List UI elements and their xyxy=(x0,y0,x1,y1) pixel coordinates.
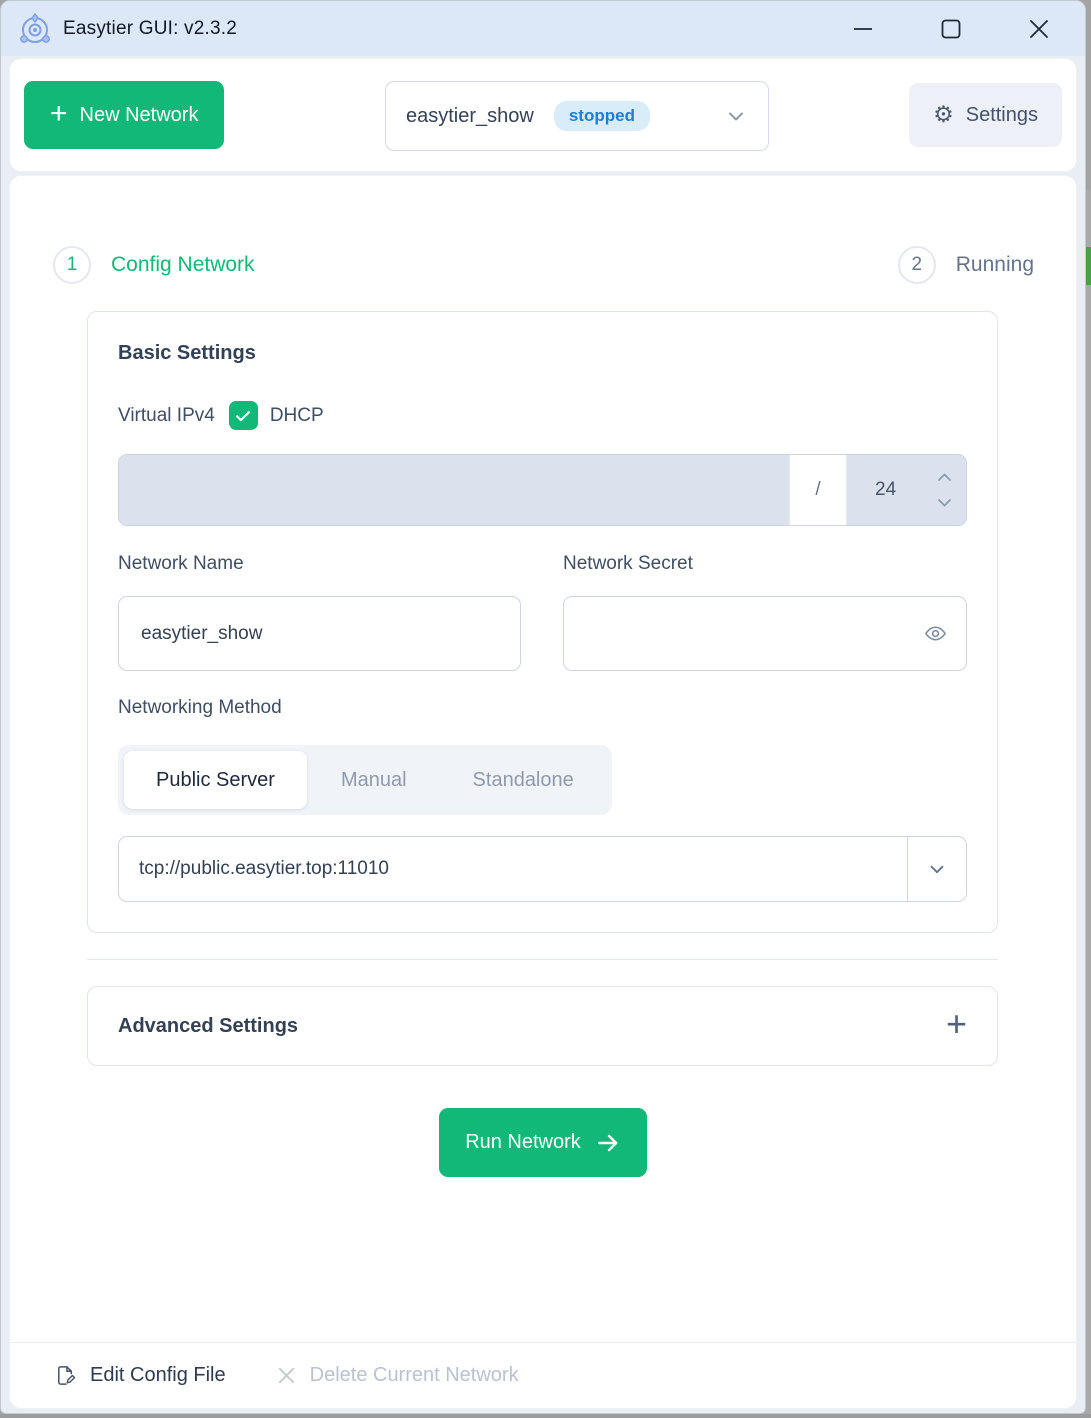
basic-settings-card: Basic Settings Virtual IPv4 DHCP / 24 xyxy=(87,311,998,933)
advanced-settings-card[interactable]: Advanced Settings + xyxy=(87,986,998,1066)
dhcp-checkbox[interactable] xyxy=(229,401,258,430)
virtual-ipv4-input[interactable] xyxy=(119,455,789,525)
tab-standalone[interactable]: Standalone xyxy=(441,751,606,809)
run-network-button[interactable]: Run Network xyxy=(439,1108,647,1177)
stepper-arrows xyxy=(937,472,952,508)
footer-bar: Edit Config File Delete Current Network xyxy=(10,1342,1076,1408)
background-window-accent xyxy=(1086,247,1091,285)
titlebar: Easytier GUI: v2.3.2 xyxy=(1,1,1085,56)
selected-network-name: easytier_show xyxy=(406,105,534,128)
dropdown-trigger[interactable] xyxy=(907,837,966,901)
delete-network-button[interactable]: Delete Current Network xyxy=(276,1364,519,1387)
window-title: Easytier GUI: v2.3.2 xyxy=(63,18,237,40)
chevron-up-icon[interactable] xyxy=(937,472,952,482)
main-panel: 1 Config Network 2 Running Basic Setting… xyxy=(9,175,1077,1409)
new-network-label: New Network xyxy=(80,104,199,127)
run-row: Run Network xyxy=(10,1108,1076,1177)
network-name-input[interactable] xyxy=(118,596,521,671)
step-indicator: 1 Config Network 2 Running xyxy=(10,176,1076,284)
chevron-down-icon[interactable] xyxy=(937,498,952,508)
step-number-circle: 2 xyxy=(898,246,936,284)
arrow-right-icon xyxy=(595,1130,621,1156)
network-select[interactable]: easytier_show stopped xyxy=(385,81,769,151)
app-window: Easytier GUI: v2.3.2 + New Network eas xyxy=(0,0,1086,1414)
toggle-secret-visibility-button[interactable] xyxy=(924,622,947,645)
tab-manual[interactable]: Manual xyxy=(309,751,439,809)
step-label: Config Network xyxy=(111,253,255,277)
toolbar: + New Network easytier_show stopped ⚙ Se… xyxy=(9,58,1077,172)
plus-icon: + xyxy=(50,99,68,129)
step-config-network[interactable]: 1 Config Network xyxy=(53,246,255,284)
networking-method-label: Networking Method xyxy=(118,697,967,719)
chevron-down-icon xyxy=(724,104,748,128)
background-window-edge xyxy=(1086,190,1091,1418)
chevron-down-icon xyxy=(926,858,948,880)
prefix-length-stepper[interactable]: 24 xyxy=(846,455,966,525)
network-secret-label: Network Secret xyxy=(563,553,967,575)
tab-public-server[interactable]: Public Server xyxy=(124,751,307,809)
section-divider xyxy=(87,959,998,960)
network-name-label: Network Name xyxy=(118,553,521,575)
window-controls xyxy=(805,7,1069,51)
fields-row xyxy=(118,596,967,671)
public-server-url: tcp://public.easytier.top:11010 xyxy=(119,837,907,901)
network-secret-input[interactable] xyxy=(563,596,967,671)
settings-button[interactable]: ⚙ Settings xyxy=(909,83,1062,147)
status-badge: stopped xyxy=(554,101,650,131)
dhcp-label: DHCP xyxy=(270,405,324,427)
run-network-label: Run Network xyxy=(465,1131,581,1154)
delete-network-label: Delete Current Network xyxy=(310,1364,519,1387)
edit-config-label: Edit Config File xyxy=(90,1364,226,1387)
close-icon xyxy=(1028,18,1050,40)
field-labels-row: Network Name Network Secret xyxy=(118,553,967,575)
virtual-ipv4-input-group: / 24 xyxy=(118,454,967,526)
app-logo-icon xyxy=(17,11,53,47)
expand-plus-icon[interactable]: + xyxy=(946,1006,967,1042)
eye-icon xyxy=(924,622,947,645)
minimize-icon xyxy=(852,18,874,40)
step-running[interactable]: 2 Running xyxy=(898,246,1034,284)
minimize-button[interactable] xyxy=(833,7,893,51)
ip-prefix-separator: / xyxy=(789,455,846,525)
new-network-button[interactable]: + New Network xyxy=(24,81,224,149)
screen-bottom-edge xyxy=(0,1414,1091,1418)
file-edit-icon xyxy=(54,1364,77,1387)
public-server-dropdown[interactable]: tcp://public.easytier.top:11010 xyxy=(118,836,967,902)
prefix-length-value: 24 xyxy=(875,479,896,501)
virtual-ipv4-label: Virtual IPv4 xyxy=(118,405,215,427)
gear-icon: ⚙ xyxy=(933,104,954,127)
maximize-icon xyxy=(940,18,962,40)
step-label: Running xyxy=(956,253,1034,277)
step-number-circle: 1 xyxy=(53,246,91,284)
networking-method-tabs: Public Server Manual Standalone xyxy=(118,745,612,815)
edit-config-button[interactable]: Edit Config File xyxy=(54,1364,226,1387)
settings-label: Settings xyxy=(966,104,1038,127)
close-button[interactable] xyxy=(1009,7,1069,51)
virtual-ipv4-row: Virtual IPv4 DHCP xyxy=(118,401,967,430)
check-icon xyxy=(233,406,253,426)
x-icon xyxy=(276,1365,297,1386)
basic-settings-title: Basic Settings xyxy=(118,342,967,365)
screen: Easytier GUI: v2.3.2 + New Network eas xyxy=(0,0,1091,1418)
maximize-button[interactable] xyxy=(921,7,981,51)
advanced-settings-title: Advanced Settings xyxy=(118,1015,298,1038)
